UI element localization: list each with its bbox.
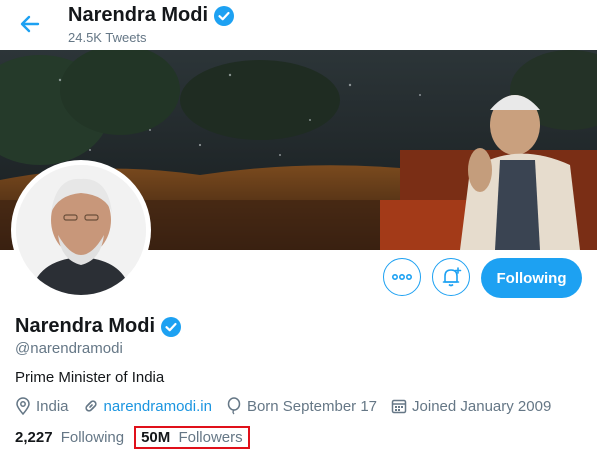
- balloon-icon: [227, 397, 241, 415]
- profile-avatar[interactable]: [11, 160, 151, 300]
- more-icon: [392, 274, 412, 280]
- profile-name-row: Narendra Modi: [15, 315, 182, 338]
- profile-meta: India narendramodi.in Born September 17 …: [15, 397, 565, 415]
- location-text: India: [36, 397, 69, 415]
- verified-badge-icon: [161, 316, 182, 337]
- joined-item: Joined January 2009: [391, 398, 551, 415]
- joined-text: Joined January 2009: [412, 397, 552, 415]
- more-button[interactable]: [383, 258, 421, 296]
- following-count: 2,227: [15, 429, 53, 446]
- notifications-button[interactable]: [432, 258, 470, 296]
- location-icon: [16, 397, 30, 415]
- header-name: Narendra Modi: [68, 4, 209, 26]
- following-stat[interactable]: 2,227 Following: [15, 429, 124, 446]
- top-bar: Narendra Modi 24.5K Tweets: [0, 0, 597, 50]
- profile-bio: Prime Minister of India: [15, 369, 165, 386]
- website-item: narendramodi.in: [83, 398, 212, 415]
- profile-stats: 2,227 Following 50M Followers: [15, 426, 250, 449]
- profile-handle: @narendramodi: [15, 340, 123, 357]
- tweet-count: 24.5K Tweets: [68, 30, 147, 45]
- following-stat-label: Following: [60, 429, 125, 446]
- back-button[interactable]: [16, 10, 44, 38]
- link-icon: [84, 400, 97, 412]
- followers-stat-label: Followers: [178, 429, 243, 446]
- verified-badge-icon: [214, 5, 235, 26]
- profile-name: Narendra Modi: [15, 315, 156, 337]
- followers-count: 50M: [141, 429, 171, 446]
- following-button[interactable]: Following: [481, 258, 582, 298]
- website-link[interactable]: narendramodi.in: [104, 398, 212, 415]
- header-title: Narendra Modi: [68, 4, 235, 27]
- followers-stat[interactable]: 50M Followers: [134, 426, 250, 449]
- back-arrow-icon: [20, 15, 40, 33]
- calendar-icon: [391, 399, 407, 414]
- notification-bell-icon: [442, 267, 462, 287]
- birthday-text: Born September 17: [246, 397, 378, 415]
- location-item: India: [15, 397, 69, 415]
- birthday-item: Born September 17: [226, 397, 377, 415]
